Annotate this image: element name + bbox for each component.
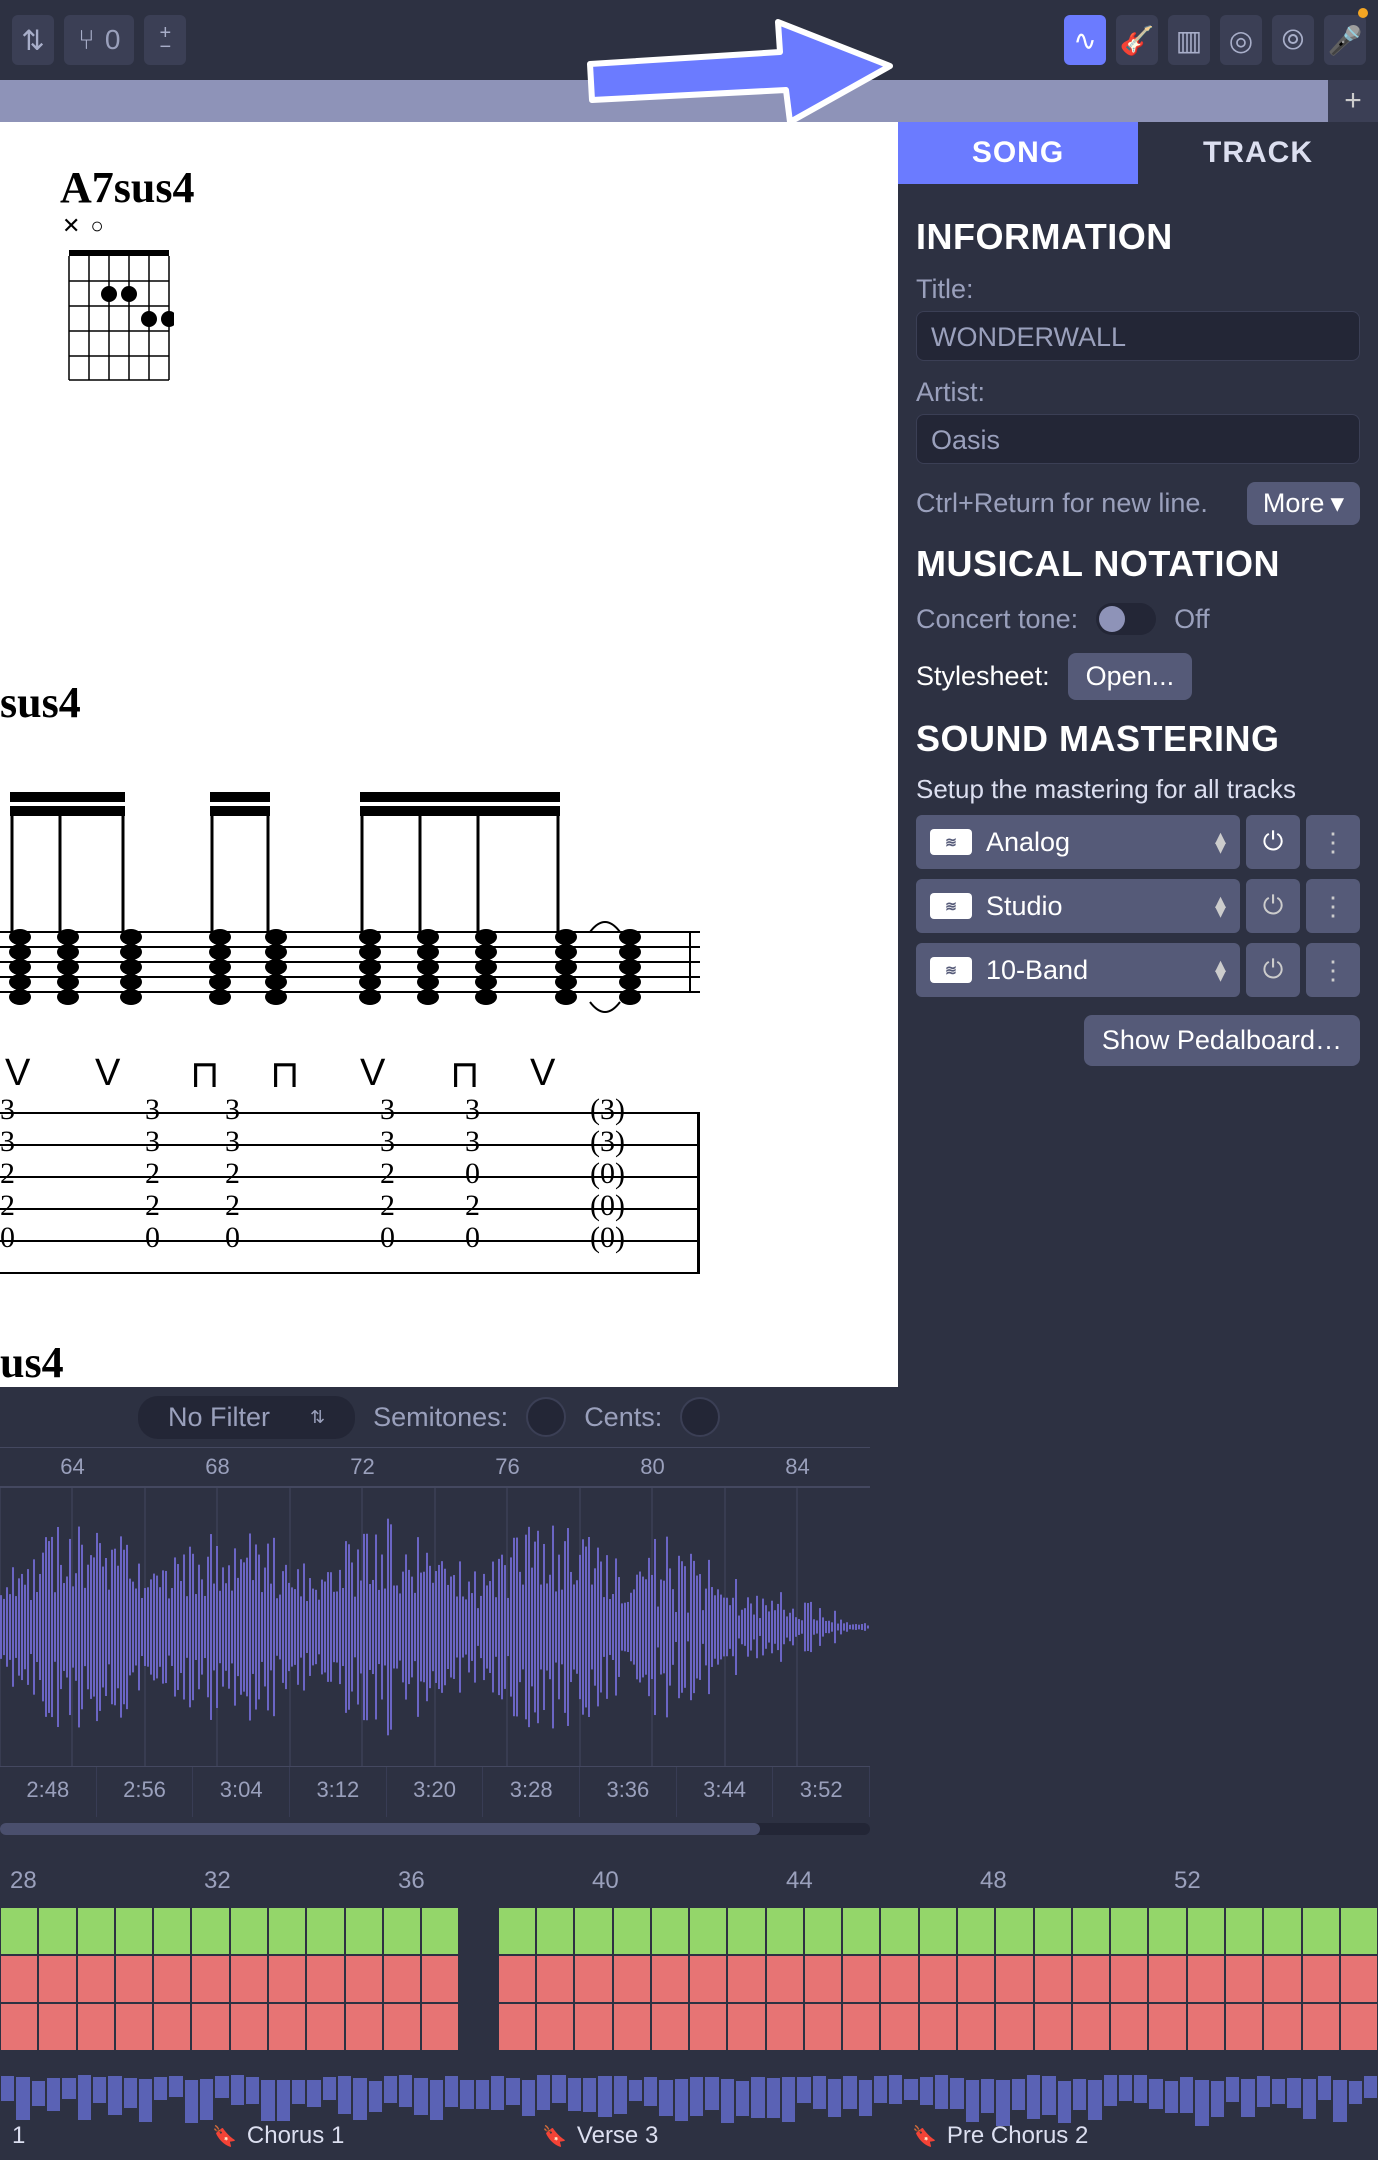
- cents-knob[interactable]: [680, 1397, 720, 1437]
- section-label-1: sus4: [0, 677, 81, 728]
- mastering-select[interactable]: ≋ 10-Band ▴▾: [916, 943, 1240, 997]
- more-menu-button[interactable]: ⋮: [1306, 943, 1360, 997]
- chevron-up-down-icon: ▴▾: [1215, 960, 1226, 980]
- newline-hint: Ctrl+Return for new line.: [916, 488, 1208, 519]
- show-pedalboard-button[interactable]: Show Pedalboard…: [1084, 1015, 1360, 1066]
- chevron-up-down-icon: ⇅: [310, 1407, 325, 1428]
- side-panel: SONG TRACK INFORMATION Title: WONDERWALL…: [898, 122, 1378, 1387]
- strum-row: V V ⊓ ⊓ V ⊓ V: [5, 1052, 610, 1097]
- mic-icon: 🎤: [1328, 24, 1363, 57]
- track-row-3[interactable]: [0, 2003, 1378, 2051]
- score-area[interactable]: A7sus4 ✕○ sus4: [0, 122, 898, 1387]
- concert-tone-toggle[interactable]: [1096, 603, 1156, 635]
- track-header-strip: +: [0, 80, 1378, 122]
- drums-icon: ◎: [1229, 24, 1253, 57]
- artist-label: Artist:: [916, 377, 1360, 408]
- chevron-down-icon: ▾: [1330, 488, 1344, 519]
- mastering-select[interactable]: ≋ Analog ▴▾: [916, 815, 1240, 869]
- waveform-view-button[interactable]: ∿: [1064, 15, 1106, 65]
- guitar-view-button[interactable]: 🎸: [1116, 15, 1158, 65]
- more-menu-button[interactable]: ⋮: [1306, 879, 1360, 933]
- chord-diagram: [64, 245, 174, 385]
- track-row-1[interactable]: [0, 1907, 1378, 1955]
- more-menu-button[interactable]: ⋮: [1306, 815, 1360, 869]
- effect-icon: ≋: [930, 893, 972, 919]
- semitones-label: Semitones:: [373, 1402, 508, 1433]
- mastering-row-2: ≋ 10-Band ▴▾ ⏻ ⋮: [916, 943, 1360, 997]
- chord-name: A7sus4: [60, 162, 195, 213]
- mastering-select[interactable]: ≋ Studio ▴▾: [916, 879, 1240, 933]
- bar-ruler: 64 68 72 76 80 84: [0, 1447, 870, 1487]
- notification-dot: [1358, 8, 1368, 18]
- mastering-subtitle: Setup the mastering for all tracks: [916, 774, 1360, 805]
- bookmark-icon: 🔖: [542, 2124, 567, 2149]
- filter-dropdown[interactable]: No Filter ⇅: [138, 1396, 355, 1439]
- power-button[interactable]: ⏻: [1246, 943, 1300, 997]
- title-label: Title:: [916, 274, 1360, 305]
- broadcast-button[interactable]: ⦾: [1272, 15, 1314, 65]
- stylesheet-open-button[interactable]: Open...: [1068, 653, 1193, 700]
- waveform-icon: ∿: [1073, 24, 1096, 57]
- notation-heading: MUSICAL NOTATION: [916, 543, 1360, 585]
- stylesheet-label: Stylesheet:: [916, 661, 1050, 692]
- concert-tone-state: Off: [1174, 604, 1210, 635]
- chevron-up-down-icon: ▴▾: [1215, 896, 1226, 916]
- chevron-up-down-icon: ▴▾: [1215, 832, 1226, 852]
- piano-view-button[interactable]: ▥: [1168, 15, 1210, 65]
- audio-panel: No Filter ⇅ Semitones: Cents: 64 68 72 7…: [0, 1387, 1378, 1857]
- tuning-fork-button[interactable]: ⑂ 0: [64, 15, 134, 65]
- section-label-2: us4: [0, 1337, 64, 1387]
- tablature: 3 3 2 2 0 3 3 2 2 0 3 3 2 2: [0, 1102, 700, 1262]
- mic-button[interactable]: 🎤: [1324, 15, 1366, 65]
- power-button[interactable]: ⏻: [1246, 879, 1300, 933]
- chord-open-mute: ✕○: [62, 213, 195, 239]
- staff-notation: [0, 792, 700, 1027]
- concert-tone-label: Concert tone:: [916, 604, 1078, 635]
- more-button[interactable]: More ▾: [1247, 482, 1360, 525]
- effect-icon: ≋: [930, 829, 972, 855]
- tab-song[interactable]: SONG: [898, 122, 1138, 184]
- chord-block: A7sus4 ✕○: [60, 162, 195, 390]
- track-row-2[interactable]: [0, 1955, 1378, 2003]
- timeline-bar-ruler: 28 32 36 40 44 48 52: [0, 1857, 1378, 1907]
- mastering-heading: SOUND MASTERING: [916, 718, 1360, 760]
- plus-minus-icon: +−: [160, 26, 172, 54]
- bookmark-icon: 🔖: [912, 2124, 937, 2149]
- cents-label: Cents:: [584, 1402, 662, 1433]
- waveform[interactable]: [0, 1487, 870, 1767]
- add-track-button[interactable]: +: [1328, 80, 1378, 122]
- timeline: 28 32 36 40 44 48 52 1 🔖Chorus 1 🔖Verse …: [0, 1857, 1378, 2160]
- track-strip[interactable]: [0, 80, 1328, 122]
- mini-waveform[interactable]: [0, 2065, 1378, 2111]
- piano-icon: ▥: [1176, 24, 1202, 57]
- dropdown-button[interactable]: ⇅: [12, 15, 54, 65]
- effect-icon: ≋: [930, 957, 972, 983]
- information-heading: INFORMATION: [916, 216, 1360, 258]
- drums-view-button[interactable]: ◎: [1220, 15, 1262, 65]
- semitones-knob[interactable]: [526, 1397, 566, 1437]
- mastering-row-1: ≋ Studio ▴▾ ⏻ ⋮: [916, 879, 1360, 933]
- mastering-row-0: ≋ Analog ▴▾ ⏻ ⋮: [916, 815, 1360, 869]
- tuning-fork-icon: ⑂: [78, 24, 95, 56]
- top-toolbar: ⇅ ⑂ 0 +− ∿ 🎸 ▥ ◎ ⦾ 🎤: [0, 0, 1378, 80]
- power-button[interactable]: ⏻: [1246, 815, 1300, 869]
- tab-track[interactable]: TRACK: [1138, 122, 1378, 184]
- title-input[interactable]: WONDERWALL: [916, 311, 1360, 361]
- artist-input[interactable]: Oasis: [916, 414, 1360, 464]
- time-ruler: 2:48 2:56 3:04 3:12 3:20 3:28 3:36 3:44 …: [0, 1767, 870, 1817]
- increment-button[interactable]: +−: [144, 15, 186, 65]
- broadcast-icon: ⦾: [1282, 24, 1304, 57]
- bookmark-icon: 🔖: [212, 2124, 237, 2149]
- chevron-up-down-icon: ⇅: [21, 24, 44, 57]
- audio-scrollbar[interactable]: [0, 1823, 870, 1835]
- guitar-icon: 🎸: [1120, 24, 1155, 57]
